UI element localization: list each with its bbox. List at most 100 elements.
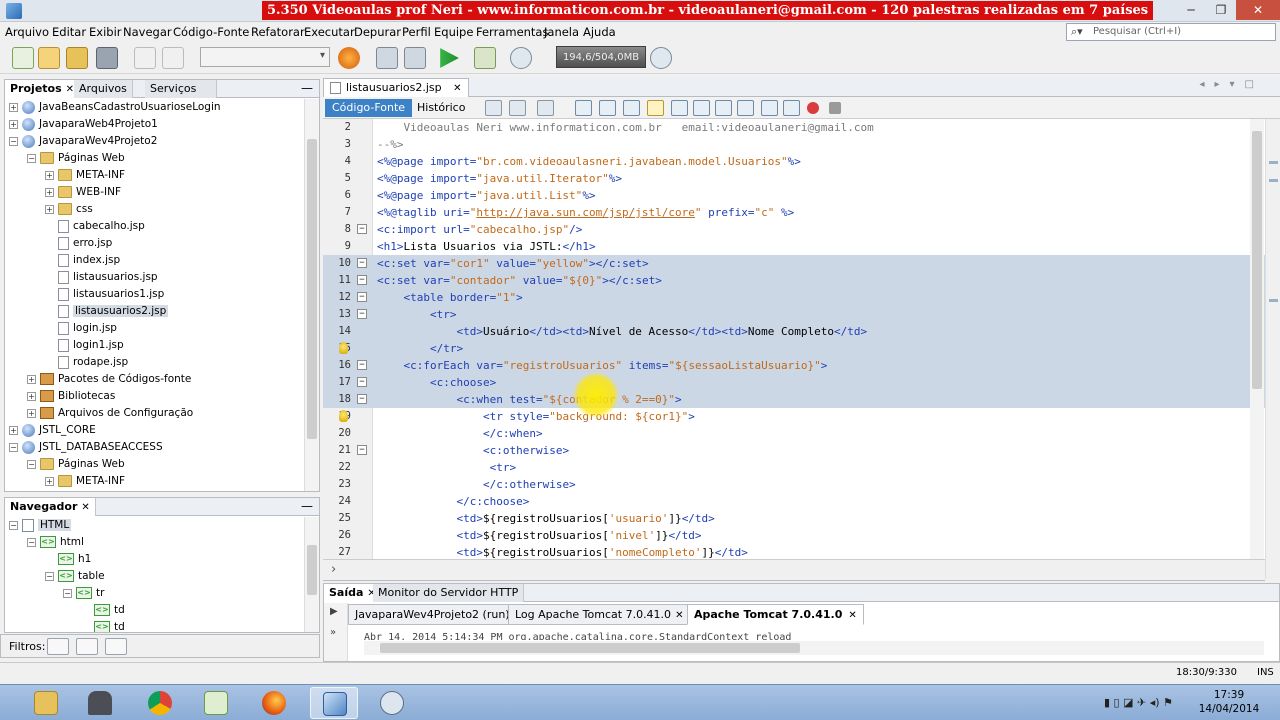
last-edit-icon[interactable] (485, 100, 502, 116)
fold-icon[interactable]: − (357, 275, 367, 285)
collapse-icon[interactable]: − (63, 588, 72, 598)
previous-bookmark-icon[interactable] (693, 100, 710, 116)
tray-icons[interactable]: ▮ ▯ ◪ ✈ ◂) ⚑ (1104, 696, 1173, 709)
stripe-mark[interactable] (1269, 161, 1278, 164)
menu-arquivo[interactable]: Arquivo (5, 25, 49, 39)
fold-icon[interactable]: − (357, 360, 367, 370)
close-tab-icon[interactable]: ✕ (81, 502, 89, 513)
tab-run-output[interactable]: JavaparaWev4Projeto2 (run)✕ (348, 604, 529, 625)
code-editor[interactable]: 2 Videoaulas Neri www.informaticon.com.b… (323, 119, 1265, 559)
menu-ajuda[interactable]: Ajuda (583, 25, 616, 39)
navigator-item[interactable]: − HTML (9, 517, 72, 534)
scroll-thumb[interactable] (380, 643, 800, 653)
editor-scrollbar[interactable] (1250, 119, 1264, 559)
menu-executar[interactable]: Executar (304, 25, 355, 39)
projects-item[interactable]: − JavaparaWev4Projeto2 (9, 133, 157, 150)
undo-icon[interactable] (134, 47, 156, 69)
collapse-icon[interactable]: − (9, 520, 18, 530)
menu-editar[interactable]: Editar (52, 25, 86, 39)
minimize-panel-icon[interactable]: — (301, 80, 313, 97)
navigator-item[interactable]: − <> html (27, 534, 84, 551)
editor-file-tab[interactable]: listausuarios2.jsp ✕ (323, 78, 469, 97)
filter-button-3[interactable] (105, 638, 127, 655)
minimize-panel-icon[interactable]: — (301, 498, 313, 515)
code-line[interactable]: 11− <c:set var="contador" value="${0}"></… (323, 272, 1265, 289)
output-hscrollbar[interactable] (364, 641, 1264, 655)
expand-icon[interactable]: + (27, 408, 36, 418)
fold-icon[interactable]: − (357, 292, 367, 302)
collapse-icon[interactable]: − (27, 537, 36, 547)
new-project-icon[interactable] (38, 47, 60, 69)
close-tab-icon[interactable]: ✕ (848, 610, 856, 621)
code-line[interactable]: 25 <td>${registroUsuarios['usuario']}</t… (323, 510, 1265, 527)
forward-icon[interactable] (537, 100, 554, 116)
navigator-item[interactable]: − <> tr (63, 585, 104, 602)
projects-scrollbar[interactable] (304, 99, 319, 491)
tab-navigator[interactable]: Navegador ✕ (5, 498, 96, 516)
collapse-icon[interactable]: − (27, 459, 36, 469)
taskbar-netbeans[interactable] (310, 687, 358, 719)
run-icon[interactable] (440, 48, 459, 68)
menu-janela[interactable]: Janela (544, 25, 579, 39)
code-line[interactable]: 6 <%@page import="java.util.List"%> (323, 187, 1265, 204)
code-line[interactable]: 26 <td>${registroUsuarios['nivel']}</td> (323, 527, 1265, 544)
tab-source[interactable]: Código-Fonte (325, 99, 413, 117)
projects-item[interactable]: + WEB-INF (45, 184, 121, 201)
expand-icon[interactable]: + (9, 102, 18, 112)
collapse-icon[interactable]: − (9, 442, 18, 452)
projects-item[interactable]: listausuarios.jsp (45, 269, 158, 286)
code-line[interactable]: 2 Videoaulas Neri www.informaticon.com.b… (323, 119, 1265, 136)
debug-icon[interactable] (474, 47, 496, 69)
shift-left-icon[interactable] (761, 100, 778, 116)
code-line[interactable]: 9 <h1>Lista Usuarios via JSTL:</h1> (323, 238, 1265, 255)
find-next-icon[interactable] (623, 100, 640, 116)
collapse-icon[interactable]: − (45, 571, 54, 581)
breadcrumb-arrow-icon[interactable]: › (331, 562, 336, 577)
projects-item[interactable]: + META-INF (45, 473, 125, 490)
code-line[interactable]: 20 </c:when> (323, 425, 1265, 442)
collapse-icon[interactable]: − (27, 153, 36, 163)
code-line[interactable]: 14 <td>Usuário</td><td>Nível de Acesso</… (323, 323, 1265, 340)
fold-icon[interactable]: − (357, 394, 367, 404)
projects-item[interactable]: erro.jsp (45, 235, 112, 252)
taskbar-postgres[interactable] (368, 687, 416, 719)
system-clock[interactable]: 17:39 14/04/2014 (1196, 688, 1262, 716)
taskbar-chrome[interactable] (136, 687, 184, 719)
scroll-thumb[interactable] (307, 545, 317, 595)
find-icon[interactable] (575, 100, 592, 116)
find-previous-icon[interactable] (599, 100, 616, 116)
shift-right-icon[interactable] (783, 100, 800, 116)
fold-icon[interactable]: − (357, 309, 367, 319)
redo-icon[interactable] (162, 47, 184, 69)
start-macro-icon[interactable] (807, 102, 819, 114)
code-line[interactable]: 10− <c:set var="cor1" value="yellow"></c:… (323, 255, 1265, 272)
filter-button-1[interactable] (47, 638, 69, 655)
open-project-icon[interactable] (66, 47, 88, 69)
code-line[interactable]: 8− <c:import url="cabecalho.jsp"/> (323, 221, 1265, 238)
build-hammer-icon[interactable] (376, 47, 398, 69)
fold-icon[interactable]: − (357, 377, 367, 387)
tab-files[interactable]: Arquivos (74, 80, 133, 98)
menu-refatorar[interactable]: Refatorar (251, 25, 305, 39)
expand-icon[interactable]: + (9, 119, 18, 129)
projects-item[interactable]: + Arquivos de Configuração (27, 405, 193, 422)
tab-services[interactable]: Serviços (145, 80, 217, 98)
scroll-thumb[interactable] (307, 139, 317, 439)
code-line[interactable]: 16− <c:forEach var="registroUsuarios" it… (323, 357, 1265, 374)
tab-history[interactable]: Histórico (410, 99, 472, 117)
more-icon[interactable]: » (330, 627, 336, 638)
firefox-browser-icon[interactable] (338, 47, 360, 69)
hint-bulb-icon[interactable] (339, 342, 348, 354)
code-line[interactable]: 15 </tr> (323, 340, 1265, 357)
code-line[interactable]: 21− <c:otherwise> (323, 442, 1265, 459)
tab-tomcat[interactable]: Apache Tomcat 7.0.41.0 ✕ (687, 604, 864, 625)
projects-item[interactable]: index.jsp (45, 252, 120, 269)
tab-projects[interactable]: Projetos ✕ (5, 80, 81, 98)
tab-tomcat-log[interactable]: Log Apache Tomcat 7.0.41.0 ✕ (508, 604, 691, 625)
code-line[interactable]: 18− <c:when test="${contador % 2==0}"> (323, 391, 1265, 408)
stripe-mark[interactable] (1269, 179, 1278, 182)
code-line[interactable]: 4 <%@page import="br.com.videoaulasneri.j… (323, 153, 1265, 170)
menu-depurar[interactable]: Depurar (354, 25, 401, 39)
rerun-icon[interactable]: ▶ (330, 606, 338, 617)
code-line[interactable]: 12− <table border="1"> (323, 289, 1265, 306)
